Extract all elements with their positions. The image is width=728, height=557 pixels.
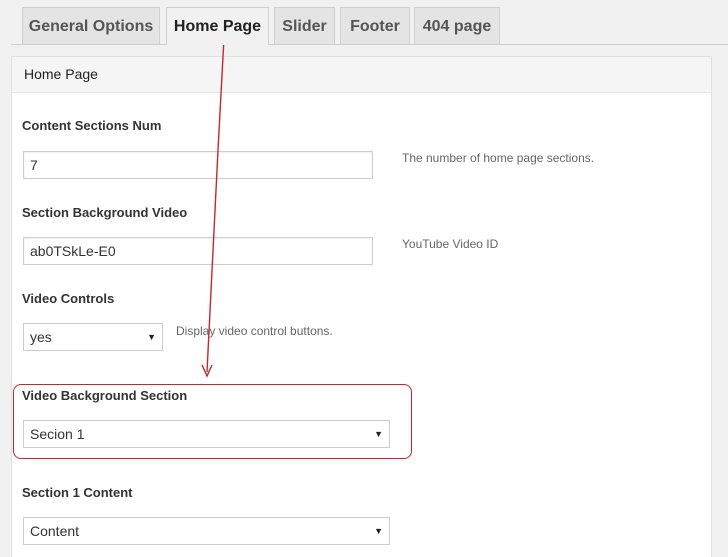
chevron-down-icon: ▼ xyxy=(147,332,156,342)
tab-home-page[interactable]: Home Page xyxy=(166,7,269,45)
tab-general-options[interactable]: General Options xyxy=(22,7,160,44)
chevron-down-icon: ▼ xyxy=(374,526,383,536)
video-controls-value: yes xyxy=(30,329,52,345)
chevron-down-icon: ▼ xyxy=(374,429,383,439)
section1-content-value: Content xyxy=(30,523,80,539)
video-controls-select[interactable]: yes ▼ xyxy=(23,323,163,351)
sections-num-label: Content Sections Num xyxy=(22,118,162,133)
tab-404-page[interactable]: 404 page xyxy=(414,7,500,44)
sections-num-description: The number of home page sections. xyxy=(402,151,595,165)
video-bg-section-select[interactable]: Secion 1 ▼ xyxy=(23,420,390,448)
video-bg-section-label: Video Background Section xyxy=(22,388,188,403)
tab-bar: General Options Home Page Slider Footer … xyxy=(0,0,728,45)
sections-num-input[interactable]: 7 xyxy=(23,151,373,179)
options-page: General Options Home Page Slider Footer … xyxy=(0,0,728,557)
video-bg-section-value: Secion 1 xyxy=(30,426,85,442)
panel-title: Home Page xyxy=(12,57,711,93)
bg-video-label: Section Background Video xyxy=(22,205,188,220)
tab-footer[interactable]: Footer xyxy=(340,7,410,44)
tab-slider[interactable]: Slider xyxy=(274,7,335,44)
video-controls-label: Video Controls xyxy=(22,291,115,306)
section1-content-select[interactable]: Content ▼ xyxy=(23,517,390,545)
bg-video-input[interactable]: ab0TSkLe-E0 xyxy=(23,237,373,265)
video-controls-description: Display video control buttons. xyxy=(176,324,333,338)
bg-video-description: YouTube Video ID xyxy=(402,237,499,251)
section1-content-label: Section 1 Content xyxy=(22,485,133,500)
